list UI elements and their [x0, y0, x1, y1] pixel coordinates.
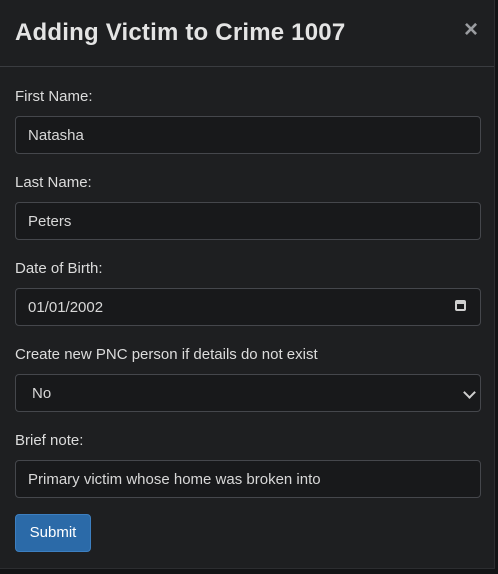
dob-value: 01/01/2002	[28, 299, 104, 316]
close-button[interactable]: ×	[464, 18, 478, 42]
modal-header: Adding Victim to Crime 1007 ×	[0, 0, 494, 67]
last-name-value: Peters	[28, 213, 72, 230]
chevron-down-icon	[463, 386, 476, 399]
modal-title: Adding Victim to Crime 1007	[15, 19, 346, 46]
note-label: Brief note:	[15, 432, 84, 449]
calendar-icon[interactable]	[455, 300, 466, 311]
first-name-input[interactable]: Natasha	[15, 116, 481, 154]
note-value: Primary victim whose home was broken int…	[28, 471, 321, 488]
last-name-input[interactable]: Peters	[15, 202, 481, 240]
add-victim-modal: Adding Victim to Crime 1007 × First Name…	[0, 0, 495, 569]
first-name-label: First Name:	[15, 88, 93, 105]
create-pnc-label: Create new PNC person if details do not …	[15, 346, 318, 363]
create-pnc-select[interactable]: No	[15, 374, 481, 412]
first-name-value: Natasha	[28, 127, 84, 144]
dob-input[interactable]: 01/01/2002	[15, 288, 481, 326]
last-name-label: Last Name:	[15, 174, 92, 191]
create-pnc-value: No	[32, 385, 52, 402]
submit-button[interactable]: Submit	[15, 514, 91, 552]
dob-label: Date of Birth:	[15, 260, 103, 277]
note-input[interactable]: Primary victim whose home was broken int…	[15, 460, 481, 498]
